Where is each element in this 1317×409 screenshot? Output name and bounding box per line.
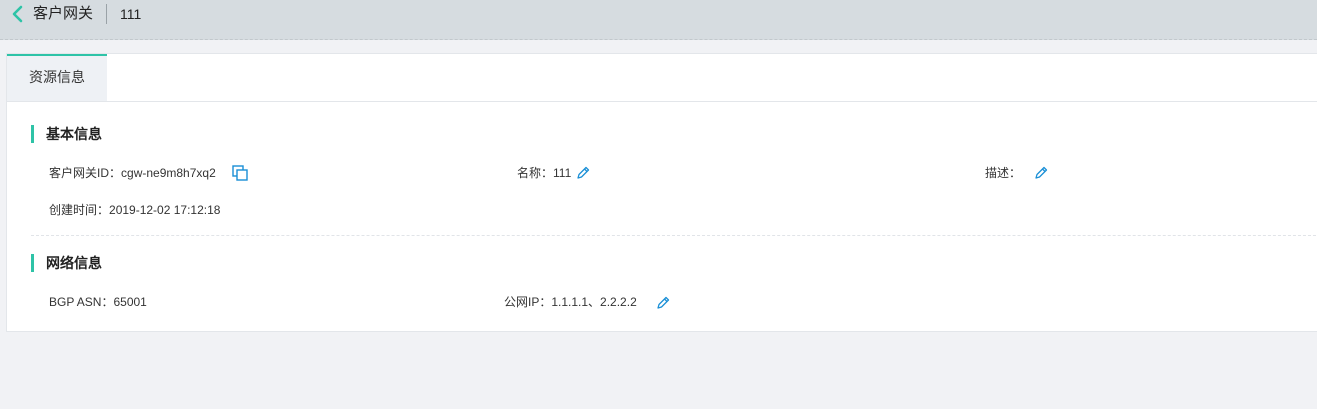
pencil-icon (1035, 166, 1048, 179)
created-time-field: 创建时间：2019-12-02 17:12:18 (49, 202, 220, 218)
chevron-left-icon (12, 5, 23, 23)
created-time-label: 创建时间： (49, 203, 110, 217)
section-title-network-info: 网络信息 (31, 254, 102, 272)
bgp-asn-label: BGP ASN： (49, 295, 114, 309)
copy-icon (232, 165, 248, 181)
section-divider (31, 235, 1317, 236)
title-divider (106, 4, 107, 24)
created-time-value: 2019-12-02 17:12:18 (109, 203, 221, 217)
gateway-id-label: 客户网关ID： (49, 166, 122, 180)
name-field: 名称：111 (517, 165, 571, 181)
public-ip-label: 公网IP： (504, 295, 552, 309)
back-button[interactable] (10, 4, 26, 24)
copy-id-button[interactable] (232, 165, 248, 181)
tab-resource-info[interactable]: 资源信息 (7, 54, 107, 101)
bgp-asn-field: BGP ASN：65001 (49, 294, 147, 310)
description-field: 描述： (985, 165, 1021, 181)
edit-public-ip-button[interactable] (655, 295, 671, 311)
resource-id: 111 (120, 6, 142, 22)
name-label: 名称： (517, 166, 554, 180)
page-title: 客户网关 (33, 5, 94, 22)
edit-name-button[interactable] (575, 165, 591, 181)
name-value: 111 (553, 166, 572, 180)
public-ip-value: 1.1.1.1、2.2.2.2 (551, 295, 637, 309)
top-header: 客户网关 111 (0, 0, 1317, 40)
section-title-basic-info: 基本信息 (31, 125, 102, 143)
bgp-asn-value: 65001 (113, 295, 147, 309)
tab-bar: 资源信息 (7, 54, 1317, 102)
resource-panel: 资源信息 基本信息 客户网关ID：cgw-ne9m8h7xq2 名称：111 描… (6, 53, 1317, 332)
pencil-icon (577, 166, 590, 179)
gateway-id-field: 客户网关ID：cgw-ne9m8h7xq2 (49, 165, 216, 181)
description-label: 描述： (985, 166, 1022, 180)
pencil-icon (657, 296, 670, 309)
gateway-id-value: cgw-ne9m8h7xq2 (121, 166, 216, 180)
public-ip-field: 公网IP：1.1.1.1、2.2.2.2 (504, 294, 637, 310)
edit-description-button[interactable] (1033, 165, 1049, 181)
